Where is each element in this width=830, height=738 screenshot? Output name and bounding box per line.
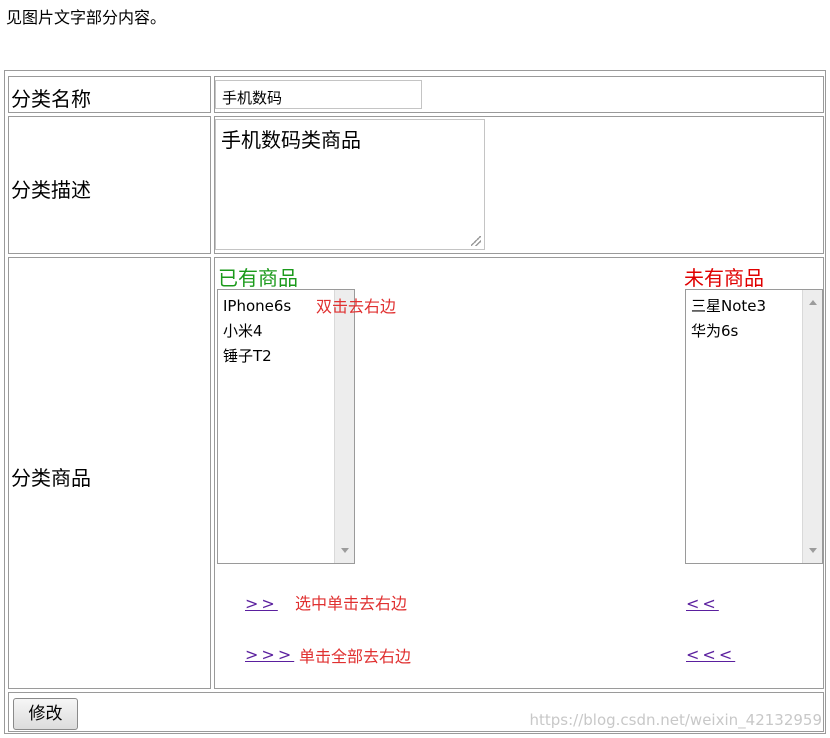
scroll-down-icon[interactable] xyxy=(341,548,349,553)
name-label: 分类名称 xyxy=(11,87,91,111)
list-item[interactable]: 小米4 xyxy=(223,319,291,344)
move-selected-left-link[interactable]: << xyxy=(686,594,719,613)
submit-button[interactable]: 修改 xyxy=(13,698,78,730)
resize-handle-icon[interactable] xyxy=(471,236,481,246)
list-item[interactable]: 三星Note3 xyxy=(691,294,766,319)
move-selected-right-link[interactable]: >> xyxy=(245,594,278,613)
dblclick-hint: 双击去右边 xyxy=(316,297,397,316)
desc-label: 分类描述 xyxy=(11,178,91,202)
no-products-title: 未有商品 xyxy=(684,266,764,290)
move-all-left-link[interactable]: <<< xyxy=(686,645,735,664)
list-item[interactable]: 华为6s xyxy=(691,319,766,344)
list-item[interactable]: 锤子T2 xyxy=(223,344,291,369)
intro-text: 见图片文字部分内容。 xyxy=(6,8,167,27)
vertical-scrollbar[interactable] xyxy=(802,290,822,563)
scroll-up-icon[interactable] xyxy=(809,300,817,305)
products-label: 分类商品 xyxy=(11,466,91,490)
has-products-listbox[interactable]: IPhone6s 小米4 锤子T2 xyxy=(217,289,355,564)
no-products-listbox[interactable]: 三星Note3 华为6s xyxy=(685,289,823,564)
category-name-input[interactable]: 手机数码 xyxy=(215,80,422,109)
watermark-text: https://blog.csdn.net/weixin_42132959 xyxy=(529,711,822,729)
scroll-down-icon[interactable] xyxy=(809,548,817,553)
move-selected-right-hint: 选中单击去右边 xyxy=(295,594,408,613)
category-desc-textarea[interactable]: 手机数码类商品 xyxy=(215,119,485,250)
vertical-scrollbar[interactable] xyxy=(334,290,354,563)
desc-text: 手机数码类商品 xyxy=(221,128,361,152)
list-item[interactable]: IPhone6s xyxy=(223,294,291,319)
move-all-right-hint: 单击全部去右边 xyxy=(299,647,412,666)
move-all-right-link[interactable]: >>> xyxy=(245,645,294,664)
has-products-title: 已有商品 xyxy=(218,266,298,290)
